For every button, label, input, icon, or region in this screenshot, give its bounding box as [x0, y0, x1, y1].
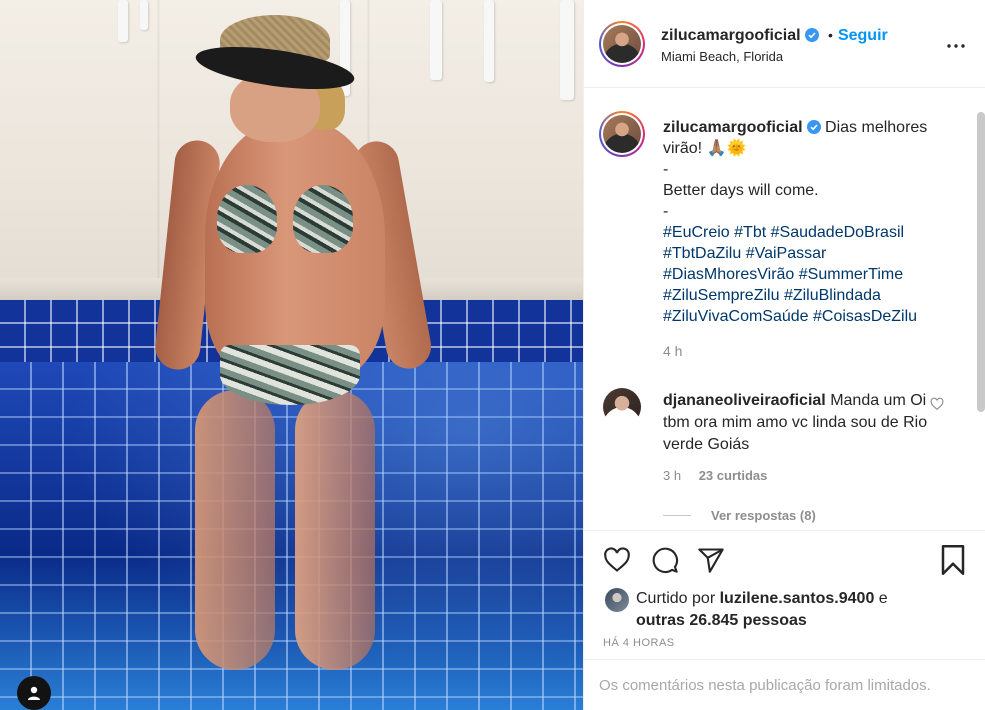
more-options-icon[interactable]	[944, 36, 968, 56]
view-replies-label: Ver respostas (8)	[711, 508, 816, 523]
caption-timestamp[interactable]: 4 h	[663, 341, 963, 362]
view-replies-button[interactable]: Ver respostas (8)	[663, 508, 816, 523]
comment-bubble-icon[interactable]	[649, 544, 681, 576]
hashtag[interactable]: #TbtDaZilu	[663, 245, 741, 262]
post-image[interactable]	[0, 0, 583, 710]
hashtag[interactable]: #EuCreio	[663, 224, 730, 241]
caption-line: Better days will come.	[663, 182, 819, 199]
hashtag-list: #EuCreio #Tbt #SaudadeDoBrasil #TbtDaZil…	[663, 222, 963, 327]
caption-username[interactable]: zilucamargooficial	[663, 119, 803, 136]
verified-badge-icon	[804, 28, 819, 42]
chair-leg	[484, 0, 494, 82]
hashtag[interactable]: #SaudadeDoBrasil	[771, 224, 904, 241]
author-avatar[interactable]	[599, 21, 645, 67]
save-bookmark-icon[interactable]	[937, 544, 969, 576]
comments-section[interactable]: zilucamargooficial Dias melhores virão! …	[584, 88, 985, 530]
post-location[interactable]: Miami Beach, Florida	[661, 49, 783, 64]
caption: zilucamargooficial Dias melhores virão! …	[663, 117, 963, 362]
hashtag[interactable]: #DiasMhoresVirão	[663, 266, 794, 283]
like-heart-icon[interactable]	[601, 544, 633, 576]
comment-timestamp[interactable]: 3 h	[663, 468, 681, 483]
commenter-avatar[interactable]	[603, 388, 641, 426]
chair-leg	[118, 0, 128, 42]
follow-button[interactable]: Seguir	[838, 27, 888, 44]
post-actions: Curtido por luzilene.santos.9400 e outra…	[584, 530, 985, 660]
likes-others[interactable]: outras 26.845 pessoas	[636, 612, 807, 629]
comment-likes-count[interactable]: 23 curtidas	[699, 468, 768, 483]
hashtag[interactable]: #ZiluBlindada	[784, 287, 881, 304]
hashtag[interactable]: #VaiPassar	[746, 245, 827, 262]
hashtag[interactable]: #Tbt	[734, 224, 766, 241]
verified-badge-icon	[806, 120, 821, 134]
comment-username[interactable]: djananeoliveiraoficial	[663, 392, 826, 409]
comment-like-icon[interactable]	[930, 397, 944, 416]
post-header: zilucamargooficial • Seguir Miami Beach, …	[584, 0, 985, 88]
likes-connector: e	[878, 590, 888, 607]
caption-dash: -	[663, 161, 669, 178]
comments-scrollbar[interactable]	[977, 112, 985, 412]
header-separator: •	[828, 27, 833, 43]
caption-avatar[interactable]	[599, 111, 645, 157]
post-timestamp[interactable]: HÁ 4 HORAS	[603, 637, 675, 649]
hashtag[interactable]: #CoisasDeZilu	[813, 308, 917, 325]
chair-leg	[560, 0, 574, 100]
comments-limited-notice: Os comentários nesta publicação foram li…	[584, 659, 985, 710]
hashtag[interactable]: #SummerTime	[799, 266, 903, 283]
user-tag-icon[interactable]	[17, 676, 51, 710]
share-paper-plane-icon[interactable]	[695, 544, 727, 576]
person-figure	[153, 10, 435, 670]
liker-username[interactable]: luzilene.santos.9400	[720, 590, 875, 607]
post-sidebar: zilucamargooficial • Seguir Miami Beach, …	[583, 0, 985, 710]
hashtag[interactable]: #ZiluVivaComSaúde	[663, 308, 809, 325]
author-username[interactable]: zilucamargooficial	[661, 27, 801, 44]
liker-avatar[interactable]	[605, 588, 629, 612]
likes-summary: Curtido por luzilene.santos.9400 e outra…	[636, 588, 888, 632]
hashtag[interactable]: #ZiluSempreZilu	[663, 287, 779, 304]
caption-dash: -	[663, 203, 669, 220]
chair-leg	[140, 0, 148, 30]
likes-prefix: Curtido por	[636, 590, 716, 607]
